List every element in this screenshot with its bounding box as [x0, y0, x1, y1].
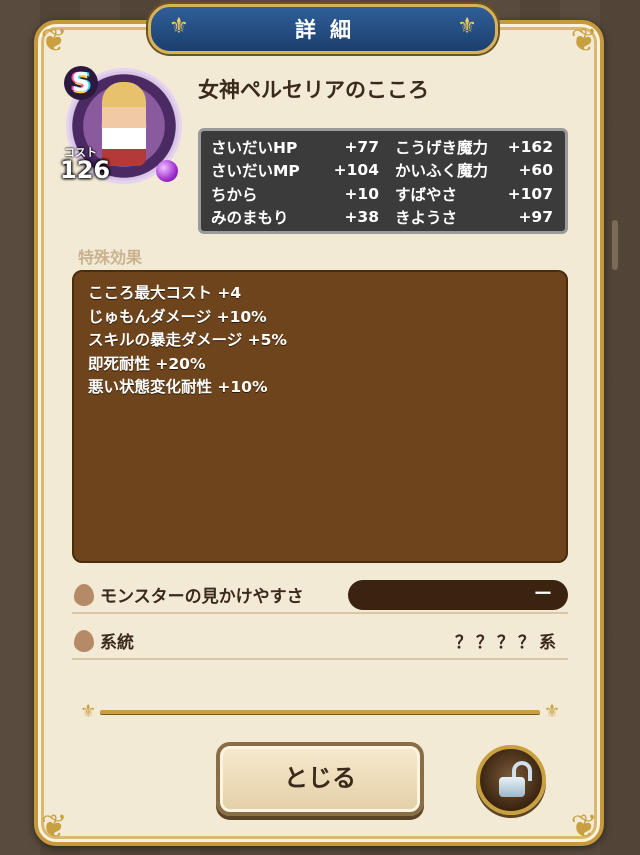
family-value: ？？？？系	[455, 633, 560, 653]
lock-body	[499, 777, 525, 797]
effect-item: スキルの暴走ダメージ +5%	[88, 331, 287, 349]
fleur-de-lis-icon: ⚜	[543, 701, 560, 722]
heart-name: 女神ペルセリアのこころ	[198, 78, 429, 102]
visibility-row: モンスターの見かけやすさ ー	[72, 574, 568, 614]
stat-name: すばやさ	[395, 185, 458, 204]
goddess-figure-icon	[102, 82, 146, 166]
effect-item: 即死耐性 +20%	[88, 354, 206, 373]
stat-row: さいだいMP +104 かいふく魔力 +60	[211, 159, 555, 183]
lock-toggle-button[interactable]	[476, 745, 546, 815]
droplet-icon	[74, 584, 94, 606]
stat-value: +10	[344, 184, 379, 203]
stat-value: +38	[344, 208, 379, 227]
stats-table: さいだいHP +77 こうげき魔力 +162 さいだいMP +104 かいふく魔…	[198, 128, 568, 234]
corner-ornament-icon: ❦	[570, 807, 598, 845]
fleur-de-lis-icon: ⚜	[80, 701, 97, 722]
family-label: 系統	[100, 633, 134, 653]
droplet-icon	[74, 630, 94, 652]
ornamental-divider: ⚜ ⚜	[80, 701, 560, 722]
effect-item: こころ最大コスト +4	[88, 284, 242, 302]
special-effects-label: 特殊効果	[78, 248, 143, 267]
stat-value: +77	[344, 137, 379, 156]
effect-item: 悪い状態変化耐性 +10%	[88, 378, 268, 396]
purple-orb-icon	[156, 160, 178, 182]
title-banner: ⚜ 詳細 ⚜	[148, 4, 498, 54]
effect-item: じゅもんダメージ +10%	[88, 307, 267, 326]
stat-name: さいだいMP	[211, 162, 300, 181]
rank-badge: S	[64, 66, 98, 100]
stat-value: +97	[518, 208, 553, 227]
stat-value: +162	[507, 137, 553, 156]
stat-name: かいふく魔力	[395, 162, 489, 181]
corner-ornament-icon: ❦	[570, 21, 598, 59]
scrollbar[interactable]	[612, 220, 618, 270]
family-row: 系統 ？？？？系	[72, 620, 568, 660]
visibility-value: ー	[348, 580, 568, 610]
stat-name: きようさ	[395, 209, 458, 228]
divider-bar	[100, 710, 540, 714]
stat-value: +104	[333, 161, 379, 180]
stat-name: こうげき魔力	[395, 138, 489, 157]
close-button[interactable]: とじる	[216, 742, 424, 816]
stat-row: さいだいHP +77 こうげき魔力 +162	[211, 135, 555, 159]
stat-value: +60	[518, 161, 553, 180]
special-effects-box[interactable]: こころ最大コスト +4 じゅもんダメージ +10% スキルの暴走ダメージ +5%…	[72, 270, 568, 563]
stat-value: +107	[507, 184, 553, 203]
fleur-de-lis-icon: ⚜	[457, 14, 477, 39]
stat-row: ちから +10 すばやさ +107	[211, 182, 555, 206]
corner-ornament-icon: ❦	[40, 21, 68, 59]
stat-name: みのまもり	[211, 209, 289, 228]
stat-row: みのまもり +38 きようさ +97	[211, 206, 555, 230]
dialog-title: 詳細	[295, 18, 365, 42]
cost-value: 126	[60, 156, 111, 184]
stat-name: ちから	[211, 185, 258, 204]
stat-name: さいだいHP	[211, 138, 298, 157]
row-divider	[72, 658, 568, 660]
row-divider	[72, 612, 568, 614]
visibility-label: モンスターの見かけやすさ	[100, 587, 304, 607]
corner-ornament-icon: ❦	[40, 807, 68, 845]
